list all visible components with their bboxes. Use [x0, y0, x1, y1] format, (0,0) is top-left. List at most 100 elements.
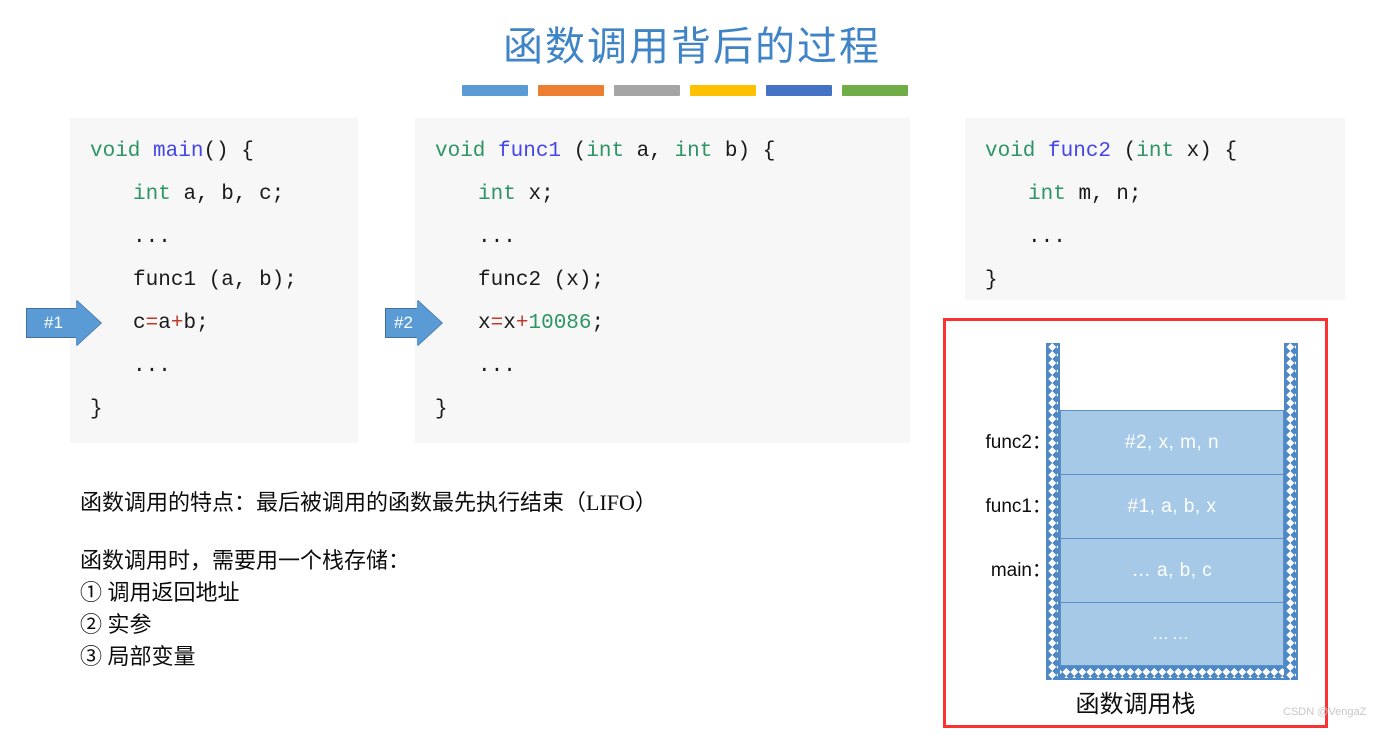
- code-token: +: [170, 312, 184, 335]
- code-line: }: [435, 388, 910, 431]
- code-token: b;: [183, 312, 209, 335]
- code-line: ...: [90, 216, 358, 259]
- code-token: func1 (a, b);: [133, 269, 297, 292]
- code-line: void main() {: [90, 130, 358, 173]
- code-line: func2 (x);: [435, 259, 910, 302]
- code-token: m, n;: [1078, 183, 1142, 206]
- stack-container: #2, x, m, n #1, a, b, x … a, b, c ……: [1046, 343, 1298, 680]
- stack-cell-main: … a, b, c: [1060, 538, 1284, 602]
- code-token: a,: [636, 140, 675, 163]
- accent-bar-row: [462, 85, 908, 96]
- code-token: }: [90, 398, 103, 421]
- code-token: void: [985, 140, 1049, 163]
- code-token: int: [586, 140, 637, 163]
- code-token: func2 (x);: [478, 269, 605, 292]
- csdn-watermark: CSDN @VengaZ: [1283, 706, 1367, 718]
- code-line: ...: [435, 345, 910, 388]
- code-token: }: [985, 269, 998, 292]
- step-arrow-2: #2: [385, 300, 442, 346]
- accent-bar-6: [842, 85, 908, 96]
- code-line: func1 (a, b);: [90, 259, 358, 302]
- stack-label-main: main：: [990, 560, 1051, 581]
- stack-frames: #2, x, m, n #1, a, b, x … a, b, c ……: [1060, 410, 1284, 666]
- code-token: a: [158, 312, 171, 335]
- code-token: x: [503, 312, 516, 335]
- accent-bar-5: [766, 85, 832, 96]
- code-token: (: [561, 140, 587, 163]
- code-token: c: [133, 312, 146, 335]
- note-item-3: ③ 局部变量: [80, 644, 196, 669]
- code-token: (: [1111, 140, 1137, 163]
- stack-cell-func2: #2, x, m, n: [1060, 410, 1284, 474]
- stack-label-func2: func2：: [985, 432, 1051, 453]
- code-token: ...: [133, 355, 171, 378]
- code-token: () {: [203, 140, 254, 163]
- code-block-func1: void func1 (int a, int b) {int x;... func…: [415, 118, 910, 443]
- code-block-main: void main() {int a, b, c;... func1 (a, b)…: [70, 118, 358, 443]
- accent-bar-3: [614, 85, 680, 96]
- stack-wall-left: [1046, 343, 1060, 680]
- step-arrow-1-head: [76, 300, 101, 346]
- code-token: }: [435, 398, 448, 421]
- stack-cell-more: ……: [1060, 602, 1284, 666]
- code-token: int: [478, 183, 529, 206]
- code-line: }: [90, 388, 358, 431]
- code-line: c=a+b;: [90, 302, 358, 345]
- code-token: ...: [478, 355, 516, 378]
- page-title: 函数调用背后的过程: [503, 24, 881, 69]
- code-token: ...: [133, 226, 171, 249]
- code-line: void func2 (int x) {: [985, 130, 1345, 173]
- stack-wall-right: [1284, 343, 1298, 680]
- code-token: func2: [1048, 140, 1112, 163]
- note-stack-intro: 函数调用时，需要用一个栈存储：: [80, 548, 411, 573]
- code-token: ...: [1028, 226, 1066, 249]
- accent-bar-1: [462, 85, 528, 96]
- code-token: int: [1136, 140, 1187, 163]
- code-line: x=x+10086;: [435, 302, 910, 345]
- code-token: x) {: [1186, 140, 1238, 163]
- code-token: main: [153, 140, 204, 163]
- code-token: x: [478, 312, 491, 335]
- code-token: int: [674, 140, 725, 163]
- code-token: func1: [498, 140, 562, 163]
- code-token: =: [145, 312, 159, 335]
- stack-caption: 函数调用栈: [1075, 692, 1196, 718]
- accent-bar-2: [538, 85, 604, 96]
- note-item-1: ① 调用返回地址: [80, 580, 240, 605]
- code-token: x;: [528, 183, 554, 206]
- stack-wall-bottom: [1046, 666, 1298, 680]
- note-item-2: ② 实参: [80, 612, 152, 637]
- code-line: }: [985, 259, 1345, 302]
- code-token: int: [133, 183, 184, 206]
- code-token: 10086: [528, 312, 592, 335]
- step-arrow-2-head: [417, 300, 442, 346]
- code-line: ...: [435, 216, 910, 259]
- code-token: int: [1028, 183, 1079, 206]
- stack-label-func1: func1：: [985, 496, 1051, 517]
- accent-bar-4: [690, 85, 756, 96]
- notes-block: 函数调用的特点：最后被调用的函数最先执行结束（LIFO） 函数调用时，需要用一个…: [80, 487, 780, 673]
- code-block-func2: void func2 (int x) {int m, n;...}: [965, 118, 1345, 300]
- code-token: b) {: [724, 140, 776, 163]
- stack-cell-func1: #1, a, b, x: [1060, 474, 1284, 538]
- code-token: void: [435, 140, 499, 163]
- code-line: ...: [985, 216, 1345, 259]
- step-arrow-2-label: #2: [385, 308, 417, 338]
- code-line: ...: [90, 345, 358, 388]
- stack-row-labels: func2： func1： main：: [956, 321, 1051, 725]
- step-arrow-1: #1: [26, 300, 101, 346]
- code-line: int x;: [435, 173, 910, 216]
- code-token: void: [90, 140, 154, 163]
- code-token: =: [490, 312, 504, 335]
- code-line: int m, n;: [985, 173, 1345, 216]
- code-line: int a, b, c;: [90, 173, 358, 216]
- note-spacer: [80, 519, 780, 545]
- call-stack-panel: func2： func1： main： #2, x, m, n #1, a, b…: [943, 318, 1328, 728]
- step-arrow-1-label: #1: [26, 308, 76, 338]
- note-lifo: 函数调用的特点：最后被调用的函数最先执行结束（LIFO）: [80, 490, 657, 515]
- code-token: +: [515, 312, 529, 335]
- code-line: void func1 (int a, int b) {: [435, 130, 910, 173]
- code-token: ;: [591, 312, 605, 335]
- code-token: ...: [478, 226, 516, 249]
- code-token: a, b, c;: [183, 183, 285, 206]
